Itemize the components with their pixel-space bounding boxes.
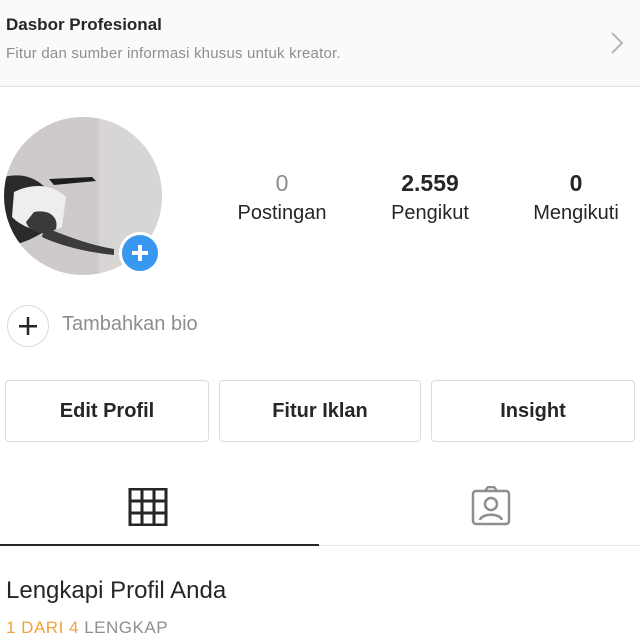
add-bio-label[interactable]: Tambahkan bio <box>62 313 198 336</box>
insight-button[interactable]: Insight <box>431 380 635 442</box>
followers-label: Pengikut <box>391 202 469 224</box>
add-story-button[interactable] <box>119 232 161 274</box>
followers-count: 2.559 <box>401 170 459 196</box>
tagged-person-icon[interactable] <box>470 486 512 528</box>
chevron-right-icon <box>611 32 624 54</box>
professional-dashboard-banner[interactable]: Dasbor Profesional Fitur dan sumber info… <box>0 0 640 87</box>
stat-posts[interactable]: 0 Postingan <box>222 168 342 228</box>
plus-icon <box>19 317 37 335</box>
stat-followers[interactable]: 2.559 Pengikut <box>370 168 490 228</box>
edit-profile-button[interactable]: Edit Profil <box>5 380 209 442</box>
stat-following[interactable]: 0 Mengikuti <box>516 168 636 228</box>
progress-done: 1 DARI 4 <box>6 618 79 637</box>
plus-icon <box>132 245 148 261</box>
posts-count: 0 <box>275 170 289 196</box>
profile-progress: 1 DARI 4 LENGKAP <box>6 618 168 638</box>
banner-title: Dasbor Profesional <box>6 15 162 34</box>
following-count: 0 <box>569 170 583 196</box>
grid-icon[interactable] <box>128 488 168 526</box>
add-bio-button[interactable] <box>7 305 49 347</box>
complete-profile-title: Lengkapi Profil Anda <box>6 577 227 604</box>
active-tab-indicator <box>0 544 319 546</box>
ad-tools-button[interactable]: Fitur Iklan <box>219 380 421 442</box>
following-label: Mengikuti <box>533 202 619 224</box>
posts-label: Postingan <box>237 202 327 224</box>
progress-rest: LENGKAP <box>84 618 169 637</box>
banner-subtitle: Fitur dan sumber informasi khusus untuk … <box>6 45 341 62</box>
